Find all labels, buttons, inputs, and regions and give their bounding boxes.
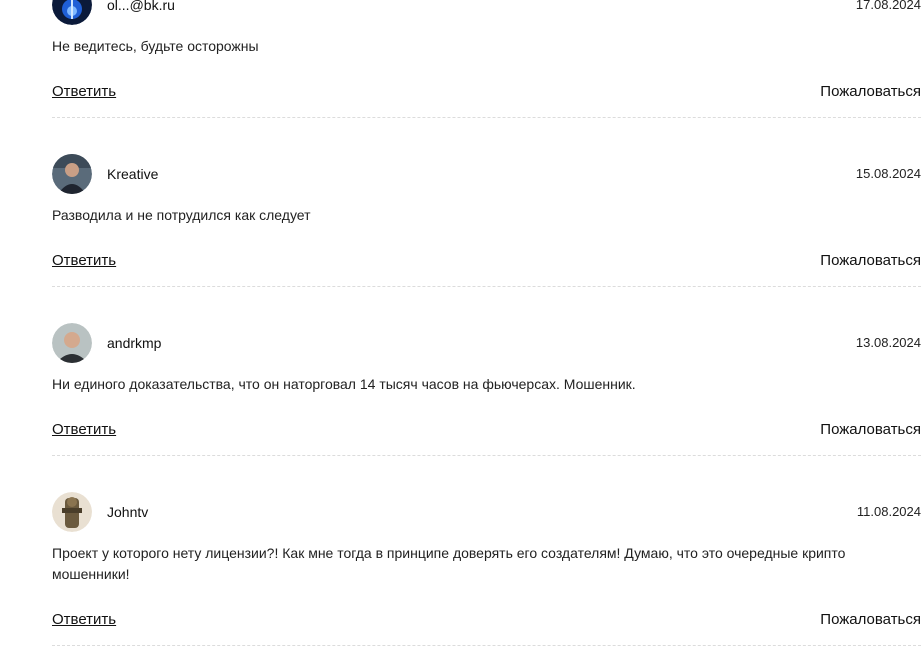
- avatar[interactable]: [52, 0, 92, 25]
- man-portrait-avatar-icon: [52, 323, 92, 363]
- blue-light-avatar-icon: [52, 0, 92, 25]
- report-link[interactable]: Пожаловаться: [820, 611, 921, 629]
- comment-date: 15.08.2024: [855, 166, 921, 181]
- divider: [52, 286, 921, 287]
- comment-item: Kreative 15.08.2024 Разводила и не потру…: [52, 154, 921, 323]
- author-name[interactable]: andrkmp: [107, 335, 161, 351]
- comment-text: Разводила и не потрудился как следует: [52, 207, 311, 223]
- comment-text: Не ведитесь, будьте осторожны: [52, 38, 259, 54]
- divider: [52, 645, 921, 646]
- author-name[interactable]: ol...@bk.ru: [107, 0, 175, 13]
- divider: [52, 455, 921, 456]
- comment-item: ol...@bk.ru 17.08.2024 Не ведитесь, будь…: [52, 0, 921, 154]
- report-link[interactable]: Пожаловаться: [820, 83, 921, 101]
- divider: [52, 117, 921, 118]
- comment-text: Проект у которого нету лицензии?! Как мн…: [52, 545, 846, 582]
- comment-text: Ни единого доказательства, что он наторг…: [52, 376, 636, 392]
- reply-link[interactable]: Ответить: [52, 421, 116, 439]
- man-portrait-avatar-icon: [52, 154, 92, 194]
- author-name[interactable]: Kreative: [107, 166, 158, 182]
- reply-link[interactable]: Ответить: [52, 252, 116, 270]
- reply-link[interactable]: Ответить: [52, 611, 116, 629]
- comment-date: 17.08.2024: [855, 0, 921, 12]
- comment-date: 11.08.2024: [856, 504, 921, 519]
- comment-date: 13.08.2024: [855, 335, 921, 350]
- author-name[interactable]: Johntv: [107, 504, 148, 520]
- avatar[interactable]: [52, 154, 92, 194]
- report-link[interactable]: Пожаловаться: [820, 252, 921, 270]
- avatar[interactable]: [52, 323, 92, 363]
- report-link[interactable]: Пожаловаться: [820, 421, 921, 439]
- comment-item: Johntv 11.08.2024 Проект у которого нету…: [52, 492, 921, 651]
- comments-list: ol...@bk.ru 17.08.2024 Не ведитесь, будь…: [0, 0, 924, 651]
- reply-link[interactable]: Ответить: [52, 83, 116, 101]
- comment-item: andrkmp 13.08.2024 Ни единого доказатель…: [52, 323, 921, 492]
- figure-avatar-icon: [52, 492, 92, 532]
- avatar[interactable]: [52, 492, 92, 532]
